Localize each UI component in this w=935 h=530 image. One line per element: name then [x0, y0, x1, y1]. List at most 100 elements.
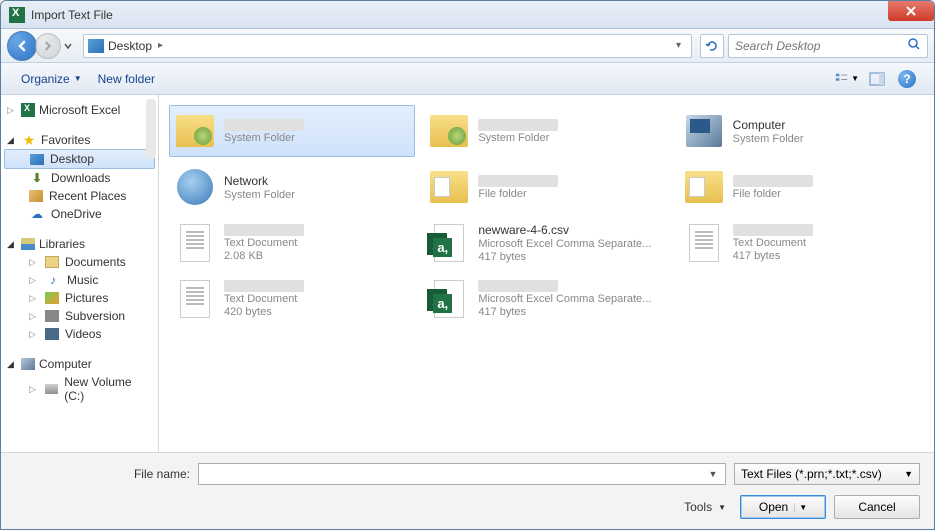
xls-icon [428, 222, 470, 264]
doc-lib-icon [45, 256, 59, 268]
expander-icon[interactable]: ▷ [29, 329, 39, 340]
help-button[interactable]: ? [894, 68, 920, 90]
search-box[interactable] [728, 34, 928, 58]
back-button[interactable] [7, 31, 37, 61]
back-arrow-icon [15, 39, 29, 53]
dialog-window: Import Text File Desktop ▸ ▾ [0, 0, 935, 530]
breadcrumb-arrow-icon[interactable]: ▸ [158, 40, 163, 51]
tree-item-downloads[interactable]: ⬇Downloads [1, 169, 158, 187]
file-name [224, 119, 304, 131]
monitor-icon [30, 154, 44, 165]
expander-icon[interactable]: ▷ [29, 257, 39, 268]
refresh-button[interactable] [700, 34, 724, 58]
nav-history-dropdown[interactable] [61, 34, 75, 58]
file-name [224, 280, 304, 292]
computer-icon [21, 358, 35, 370]
chevron-down-icon: ▼ [718, 503, 726, 512]
txt-icon [174, 278, 216, 320]
chevron-down-icon[interactable]: ▼ [705, 469, 721, 479]
tree-item-documents[interactable]: ▷Documents [1, 253, 158, 271]
expander-icon[interactable]: ▷ [7, 105, 17, 116]
tree-item-libraries[interactable]: ◢ Libraries [1, 235, 158, 253]
filename-combobox[interactable]: ▼ [198, 463, 726, 485]
file-item[interactable]: NetworkSystem Folder [169, 161, 415, 213]
expander-icon[interactable]: ▷ [29, 275, 39, 286]
tree-label: OneDrive [51, 207, 102, 221]
file-list[interactable]: System Folder System Folder ComputerSystem… [159, 95, 934, 452]
file-item[interactable]: newware-4-6.csvMicrosoft Excel Comma Sep… [423, 217, 669, 269]
breadcrumb-location[interactable]: Desktop [108, 39, 152, 53]
tree-label: Music [67, 273, 98, 287]
file-item[interactable]: Text Document417 bytes [678, 217, 924, 269]
navigation-bar: Desktop ▸ ▾ [1, 29, 934, 63]
file-item[interactable]: File folder [678, 161, 924, 213]
file-type-filter[interactable]: Text Files (*.prn;*.txt;*.csv) ▼ [734, 463, 920, 485]
onedrive-icon: ☁ [29, 207, 45, 221]
folder-user-icon [428, 110, 470, 152]
open-button[interactable]: Open ▼ [740, 495, 826, 519]
expander-icon[interactable]: ▷ [29, 293, 39, 304]
file-item[interactable]: Microsoft Excel Comma Separate...417 byt… [423, 273, 669, 325]
tree-item-new-volume-c-[interactable]: ▷New Volume (C:) [1, 373, 158, 405]
organize-button[interactable]: Organize ▼ [13, 68, 90, 90]
tree-item-subversion[interactable]: ▷Subversion [1, 307, 158, 325]
toolbar: Organize ▼ New folder ▼ ? [1, 63, 934, 95]
search-icon[interactable] [907, 37, 921, 54]
tree-item-music[interactable]: ▷ ♪ Music [1, 271, 158, 289]
file-item[interactable]: Text Document2.08 KB [169, 217, 415, 269]
tree-item-onedrive[interactable]: ☁ OneDrive [1, 205, 158, 223]
navigation-tree[interactable]: ▷ Microsoft Excel ◢ ★ Favorites Desktop ⬇… [1, 95, 159, 452]
tree-item-computer[interactable]: ◢ Computer [1, 355, 158, 373]
expander-icon[interactable]: ◢ [7, 239, 17, 250]
tools-button[interactable]: Tools ▼ [678, 496, 732, 518]
expander-icon[interactable]: ◢ [7, 359, 17, 370]
file-type: Microsoft Excel Comma Separate... [478, 238, 651, 250]
music-icon: ♪ [45, 273, 61, 287]
filename-label: File name: [15, 467, 190, 481]
cancel-button[interactable]: Cancel [834, 495, 920, 519]
view-options-button[interactable]: ▼ [834, 68, 860, 90]
new-folder-label: New folder [98, 72, 155, 86]
expander-icon[interactable]: ▷ [29, 384, 39, 395]
tree-item-excel[interactable]: ▷ Microsoft Excel [1, 101, 158, 119]
filename-input[interactable] [203, 467, 705, 481]
file-item[interactable]: File folder [423, 161, 669, 213]
drive-icon [45, 384, 59, 394]
chevron-down-icon [64, 42, 72, 50]
file-name [478, 280, 558, 292]
new-folder-button[interactable]: New folder [90, 68, 163, 90]
tree-label: Favorites [41, 133, 90, 147]
expander-icon[interactable]: ◢ [7, 135, 17, 146]
tree-item-pictures[interactable]: ▷Pictures [1, 289, 158, 307]
preview-pane-button[interactable] [864, 68, 890, 90]
help-icon: ? [898, 70, 916, 88]
file-type: System Folder [478, 132, 558, 144]
file-item[interactable]: ComputerSystem Folder [678, 105, 924, 157]
folder-user-icon [174, 110, 216, 152]
txt-icon [683, 222, 725, 264]
computer-icon [683, 110, 725, 152]
video-icon [45, 328, 59, 340]
tree-item-recent-places[interactable]: Recent Places [1, 187, 158, 205]
pic-icon [45, 292, 59, 304]
forward-button[interactable] [35, 33, 61, 59]
file-type: File folder [733, 188, 813, 200]
tree-label: Desktop [50, 152, 94, 166]
network-icon [174, 166, 216, 208]
file-item[interactable]: System Folder [423, 105, 669, 157]
tree-item-videos[interactable]: ▷Videos [1, 325, 158, 343]
expander-icon[interactable]: ▷ [29, 311, 39, 322]
tree-item-favorites[interactable]: ◢ ★ Favorites [1, 131, 158, 149]
close-button[interactable] [888, 1, 934, 21]
tree-item-desktop[interactable]: Desktop [4, 149, 155, 169]
scrollbar[interactable] [146, 99, 156, 159]
breadcrumb-dropdown[interactable]: ▾ [670, 40, 687, 51]
file-item[interactable]: System Folder [169, 105, 415, 157]
file-item[interactable]: Text Document420 bytes [169, 273, 415, 325]
breadcrumb-bar[interactable]: Desktop ▸ ▾ [83, 34, 692, 58]
titlebar[interactable]: Import Text File [1, 1, 934, 29]
download-icon: ⬇ [29, 171, 45, 185]
location-icon [88, 39, 104, 53]
file-type: Text Document [224, 293, 304, 305]
search-input[interactable] [735, 39, 907, 53]
